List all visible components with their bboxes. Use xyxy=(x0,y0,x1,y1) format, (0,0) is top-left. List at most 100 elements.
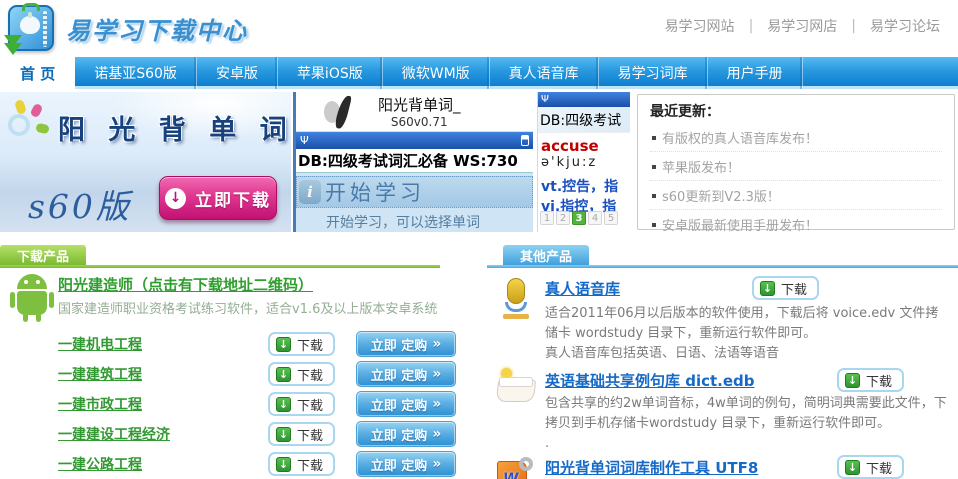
other-product-desc: 拷贝到手机存储卡wordstudy 目录下，重新运行软件即可。 xyxy=(545,414,958,434)
nav-tab-manual[interactable]: 用户手册 xyxy=(708,57,803,89)
link-shop[interactable]: 易学习网店 xyxy=(767,16,837,36)
page-dot-5[interactable]: 5 xyxy=(604,211,618,225)
bullet-icon xyxy=(652,223,656,227)
microphone-icon xyxy=(495,276,537,320)
download-arrow-icon: ↓ xyxy=(760,281,775,296)
chevron-right-icon: » xyxy=(432,336,441,352)
nav-tab-dict-lib[interactable]: 易学习词库 xyxy=(599,57,708,89)
android-robot-icon xyxy=(10,274,54,322)
green-divider xyxy=(0,265,440,268)
book-lightbulb-icon xyxy=(495,368,537,412)
order-now-button[interactable]: 立即 定购» xyxy=(356,391,456,417)
order-now-button[interactable]: 立即 定购» xyxy=(356,451,456,477)
app-logo-icon xyxy=(322,95,368,129)
downloads-section-header: 下载产品 xyxy=(0,245,463,268)
download-arrow-icon: ↓ xyxy=(276,457,291,472)
download-arrow-icon: ↓ xyxy=(276,427,291,442)
header: 易学习下载中心 易学习网站 | 易学习网店 | 易学习论坛 xyxy=(0,0,958,57)
other-product-link[interactable]: 英语基础共享例句库 dict.edb xyxy=(545,370,755,391)
link-separator: | xyxy=(851,18,856,34)
nav-tab-ios[interactable]: 苹果iOS版 xyxy=(278,57,383,89)
other-product-item: 真人语音库 ↓下载 适合2011年06月以后版本的软件使用，下载后将 voice… xyxy=(487,276,958,368)
order-now-button[interactable]: 立即 定购» xyxy=(356,331,456,357)
course-link[interactable]: 一建建设工程经济 xyxy=(58,424,170,444)
nav-tab-wm[interactable]: 微软WM版 xyxy=(383,57,490,89)
banner-row: 阳 光 背 单 词 s60版 ↓ 立即下载 阳光背单词_ S60v0.71 Ψ xyxy=(0,92,958,232)
download-arrow-icon xyxy=(4,43,22,55)
product-title-link[interactable]: 阳光建造师（点击有下载地址二维码） xyxy=(58,274,313,295)
table-row: 一建建筑工程 ↓下载 立即 定购» xyxy=(0,360,463,390)
download-button[interactable]: ↓下载 xyxy=(268,362,335,386)
download-arrow-icon: ↓ xyxy=(276,367,291,382)
nav-tab-nokia-s60[interactable]: 诺基亚S60版 xyxy=(75,57,197,89)
link-forum[interactable]: 易学习论坛 xyxy=(870,16,940,36)
recent-updates-box: 最近更新： 有版权的真人语音库发布！ 苹果版发布！ s60更新到V2.3版！ 安… xyxy=(637,94,955,230)
other-product-desc: 储卡 wordstudy 目录下，重新运行软件即可。 xyxy=(545,324,958,344)
promo-edition: s60版 xyxy=(28,180,132,228)
download-button[interactable]: ↓下载 xyxy=(268,422,335,446)
order-now-button[interactable]: 立即 定购» xyxy=(356,421,456,447)
chevron-right-icon: » xyxy=(432,426,441,442)
site-title: 易学习下载中心 xyxy=(66,11,248,46)
battery-icon xyxy=(521,135,529,146)
menu-item-label: 开始学习 xyxy=(325,177,425,207)
download-rows: 一建机电工程 ↓下载 立即 定购» 一建建筑工程 ↓下载 立即 定购» 一建市政… xyxy=(0,330,463,479)
apple-icon xyxy=(20,16,40,34)
update-item[interactable]: 有版权的真人语音库发布！ xyxy=(650,123,942,152)
other-product-link[interactable]: 阳光背单词词库制作工具 UTF8 xyxy=(545,457,758,478)
update-item[interactable]: 安卓版最新使用手册发布！ xyxy=(650,210,942,238)
order-now-button[interactable]: 立即 定购» xyxy=(356,361,456,387)
chevron-right-icon: » xyxy=(432,396,441,412)
download-button[interactable]: ↓下载 xyxy=(268,452,335,476)
toolbook-wrench-icon: W xyxy=(495,455,537,479)
tab-download-products[interactable]: 下载产品 xyxy=(0,245,86,265)
other-product-desc: 适合2011年06月以后版本的软件使用，下载后将 voice.edv 文件拷 xyxy=(545,304,958,324)
nav-tab-home[interactable]: 首 页 xyxy=(0,57,75,89)
tab-other-products[interactable]: 其他产品 xyxy=(503,245,589,265)
page-dot-2[interactable]: 2 xyxy=(556,211,570,225)
download-arrow-icon: ↓ xyxy=(276,337,291,352)
update-item[interactable]: 苹果版发布！ xyxy=(650,152,942,181)
header-links: 易学习网站 | 易学习网店 | 易学习论坛 xyxy=(665,16,940,36)
download-arrow-icon: ↓ xyxy=(845,373,860,388)
other-product-item: W 阳光背单词词库制作工具 UTF8 ↓下载 xyxy=(487,455,958,479)
nav-tab-android[interactable]: 安卓版 xyxy=(197,57,278,89)
nav-tab-voice-lib[interactable]: 真人语音库 xyxy=(490,57,599,89)
bullet-icon xyxy=(652,194,656,198)
link-separator: | xyxy=(749,18,754,34)
course-link[interactable]: 一建机电工程 xyxy=(58,334,142,354)
app-version: S60v0.71 xyxy=(378,115,461,129)
download-button[interactable]: ↓下载 xyxy=(752,276,819,300)
table-row: 一建建设工程经济 ↓下载 立即 定购» xyxy=(0,420,463,450)
course-link[interactable]: 一建公路工程 xyxy=(58,454,142,474)
download-button[interactable]: ↓下载 xyxy=(837,368,904,392)
site-logo[interactable]: 易学习下载中心 xyxy=(8,5,248,51)
sun-logo-icon xyxy=(6,100,50,144)
download-button[interactable]: ↓下载 xyxy=(837,455,904,479)
updates-title: 最近更新： xyxy=(650,101,942,123)
blue-divider xyxy=(487,265,958,268)
download-button[interactable]: ↓下载 xyxy=(268,332,335,356)
table-row: 一建公路工程 ↓下载 立即 定购» xyxy=(0,450,463,479)
db-status-line: DB:四级考试词汇必备 WS:730 xyxy=(296,149,533,172)
app-title: 阳光背单词_ xyxy=(378,94,461,115)
course-link[interactable]: 一建建筑工程 xyxy=(58,364,142,384)
page-dot-3-active[interactable]: 3 xyxy=(572,211,586,225)
promo-download-button[interactable]: ↓ 立即下载 xyxy=(159,176,277,220)
other-product-desc: 包含共享的约2w单词音标，4w单词的例句，简明词典需要此文件，下 xyxy=(545,394,958,414)
link-website[interactable]: 易学习网站 xyxy=(665,16,735,36)
download-button[interactable]: ↓下载 xyxy=(268,392,335,416)
chevron-right-icon: » xyxy=(432,366,441,382)
phone-screenshot-1: 阳光背单词_ S60v0.71 Ψ DB:四级考试词汇必备 WS:730 i 开… xyxy=(293,92,533,232)
other-product-link[interactable]: 真人语音库 xyxy=(545,278,620,299)
other-product-desc: 真人语音库包括英语、日语、法语等语音 xyxy=(545,344,958,364)
course-link[interactable]: 一建市政工程 xyxy=(58,394,142,414)
page-dot-4[interactable]: 4 xyxy=(588,211,602,225)
download-arrow-icon: ↓ xyxy=(165,188,186,209)
antenna-icon: Ψ xyxy=(300,134,309,147)
page-dot-1[interactable]: 1 xyxy=(540,211,554,225)
chevron-right-icon: » xyxy=(432,456,441,472)
download-arrow-icon: ↓ xyxy=(276,397,291,412)
promo-banner[interactable]: 阳 光 背 单 词 s60版 ↓ 立即下载 xyxy=(0,92,291,232)
update-item[interactable]: s60更新到V2.3版！ xyxy=(650,181,942,210)
